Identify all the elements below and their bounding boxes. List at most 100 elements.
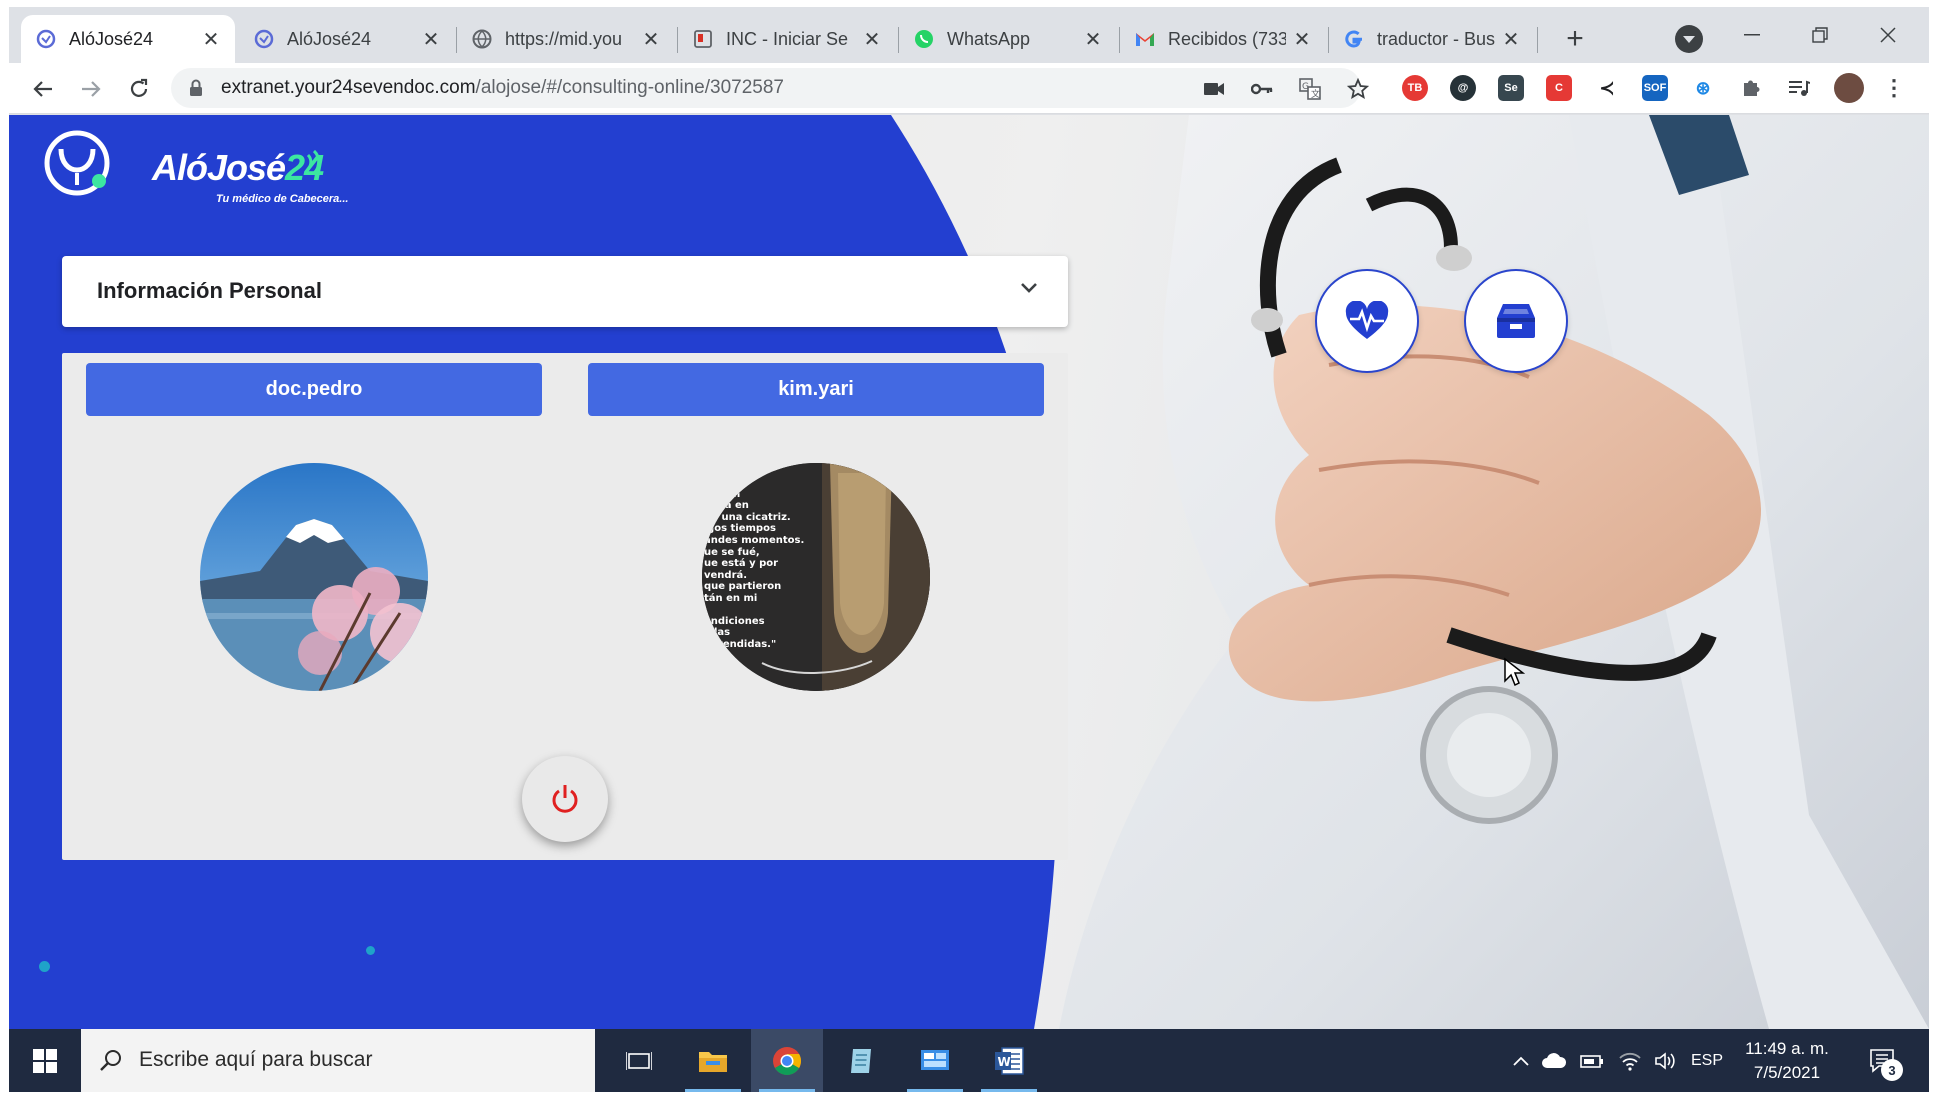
wifi-icon[interactable] [1615,1047,1645,1075]
decorative-dot [366,946,375,955]
back-arrow-icon[interactable] [23,69,63,109]
notepad-icon[interactable] [825,1029,897,1092]
whatsapp-icon [913,28,935,50]
notification-center-icon[interactable]: 3 [1863,1043,1903,1081]
extension-circle-icon[interactable]: @ [1450,75,1476,101]
tab-inc[interactable]: INC - Iniciar Se ✕ [678,15,896,63]
extension-globe-icon[interactable]: ⊛ [1690,75,1716,101]
gmail-icon [1134,28,1156,50]
new-tab-button[interactable]: + [1557,21,1593,57]
quote-line: eré. [704,477,727,488]
kebab-menu-icon[interactable]: ⋮ [1881,75,1907,101]
svg-text:G: G [1302,82,1309,92]
power-off-button[interactable] [522,756,608,842]
close-tab-icon[interactable]: ✕ [1501,29,1521,51]
volume-icon[interactable] [1651,1047,1681,1075]
tab-search-icon[interactable] [1675,25,1703,53]
chevron-up-icon[interactable] [1509,1047,1533,1075]
logo-tagline: Tu médico de Cabecera... [216,193,349,205]
restore-icon[interactable] [1795,15,1845,55]
archive-box-icon [1497,304,1535,338]
media-queue-icon[interactable] [1786,75,1812,101]
decorative-dot [39,961,50,972]
chevron-down-icon[interactable] [1020,281,1038,299]
close-tab-icon[interactable]: ✕ [641,29,661,51]
url-text: extranet.your24sevendoc.com/alojose/#/co… [221,77,784,99]
extension-red-icon[interactable]: TB [1402,75,1428,101]
close-tab-icon[interactable]: ✕ [201,29,221,51]
chrome-taskbar-icon[interactable] [751,1029,823,1092]
url-path: /alojose/#/consulting-online/3072587 [475,77,784,98]
extension-sof-icon[interactable]: SOF [1642,75,1668,101]
tab-title: Recibidos (733 [1168,28,1286,49]
user-button-kim-yari[interactable]: kim.yari [588,363,1044,416]
browser-toolbar: extranet.your24sevendoc.com/alojose/#/co… [9,63,1929,114]
google-icon [1343,28,1365,50]
taskbar-clock[interactable]: 11:49 a. m. 7/5/2021 [1727,1037,1847,1085]
tab-title: traductor - Bus [1377,28,1495,49]
clock-time: 11:49 a. m. [1745,1039,1829,1058]
clock-date: 7/5/2021 [1753,1063,1821,1082]
quote-line: no una cicatriz. [704,511,791,523]
task-view-icon[interactable] [603,1029,675,1092]
heart-pulse-icon [1345,301,1389,339]
quote-text: eré. pieron uella en no una cicatriz. ej… [704,477,814,650]
camera-icon[interactable] [1201,76,1227,102]
notification-count-badge: 3 [1881,1059,1903,1081]
reload-icon[interactable] [119,69,159,109]
lock-icon[interactable] [189,79,203,102]
quote-line: tán en mi [704,592,758,604]
close-tab-icon[interactable]: ✕ [1292,29,1312,51]
star-bookmark-icon[interactable] [1345,76,1371,102]
translate-icon[interactable]: G文 [1297,76,1323,102]
windows-start-button[interactable] [9,1029,81,1092]
address-bar[interactable]: extranet.your24sevendoc.com/alojose/#/co… [171,68,1369,108]
personal-info-dropdown[interactable]: Información Personal [62,256,1068,327]
close-tab-icon[interactable]: ✕ [421,29,441,51]
svg-text:文: 文 [1311,88,1320,100]
page-icon [692,28,714,50]
word-icon[interactable]: W [973,1029,1045,1092]
extension-se-icon[interactable]: Se [1498,75,1524,101]
tab-whatsapp[interactable]: WhatsApp ✕ [899,15,1117,63]
logo-name: AlóJosé [152,147,286,188]
minimize-icon[interactable] [1727,15,1777,55]
logo-wordmark: AlóJosé24 [152,147,324,189]
wifi-signal-icon [306,149,321,175]
onedrive-cloud-icon[interactable] [1539,1047,1569,1075]
taskbar-search-box[interactable]: Escribe aquí para buscar [81,1029,595,1092]
control-panel-icon[interactable] [899,1029,971,1092]
tab-alojose-2[interactable]: AlóJosé24 ✕ [239,15,455,63]
quote-line: ue está y por [704,558,779,570]
user-button-doc-pedro[interactable]: doc.pedro [86,363,542,416]
alojose-icon [35,28,57,50]
extension-c-icon[interactable]: C [1546,75,1572,101]
puzzle-extensions-icon[interactable] [1738,75,1764,101]
vital-signs-button[interactable] [1315,269,1419,373]
stethoscope-logo-icon [44,130,110,196]
battery-plug-icon[interactable] [1577,1047,1607,1075]
quote-line: aprendidas." [704,638,777,650]
records-button[interactable] [1464,269,1568,373]
quote-line: y las [704,627,731,639]
language-indicator[interactable]: ESP [1687,1047,1727,1075]
quote-line: andes momentos. [704,534,805,546]
profile-avatar[interactable] [1834,73,1864,103]
quote-line: pieron [704,488,741,500]
windows-logo-icon [33,1048,57,1073]
tab-mid[interactable]: https://mid.you ✕ [457,15,675,63]
forward-arrow-icon[interactable] [71,69,111,109]
quote-line: ue se fué, [704,546,760,558]
tab-gmail[interactable]: Recibidos (733 ✕ [1120,15,1326,63]
tab-google[interactable]: traductor - Bus ✕ [1329,15,1535,63]
close-tab-icon[interactable]: ✕ [862,29,882,51]
extension-arrow-icon[interactable]: ≺ [1594,75,1620,101]
power-icon [552,785,578,813]
tab-title: https://mid.you [505,28,623,49]
key-icon[interactable] [1249,76,1275,102]
close-tab-icon[interactable]: ✕ [1083,29,1103,51]
svg-text:W: W [998,1055,1011,1069]
file-explorer-icon[interactable] [677,1029,749,1092]
close-window-icon[interactable] [1863,15,1913,55]
tab-alojose-active[interactable]: AlóJosé24 ✕ [21,15,235,63]
